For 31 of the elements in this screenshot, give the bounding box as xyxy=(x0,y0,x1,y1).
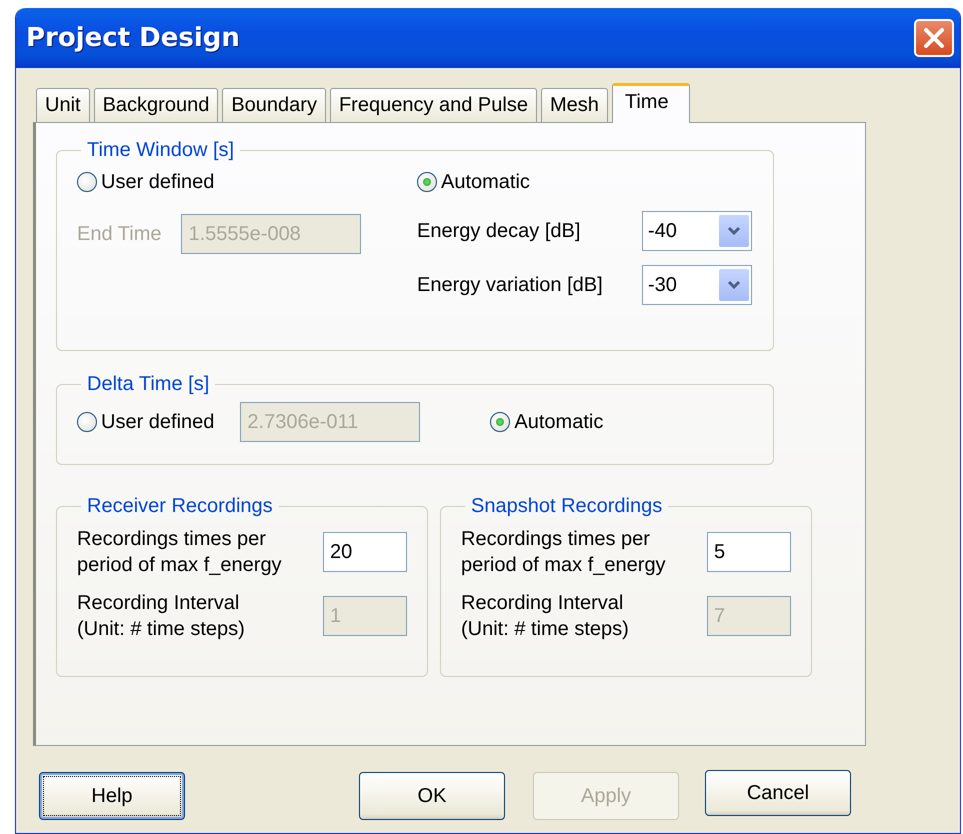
group-title: Time Window [s] xyxy=(86,139,236,162)
input-field[interactable]: 5 xyxy=(707,532,791,572)
dropdown[interactable]: -30 xyxy=(642,265,752,305)
field-label: Recording Interval (Unit: # time steps) xyxy=(461,591,629,642)
dropdown[interactable]: -40 xyxy=(642,211,752,251)
tab[interactable]: Background xyxy=(94,88,218,122)
field-label: Energy decay [dB] xyxy=(417,220,582,242)
field-label: Recordings times per period of max f_energy xyxy=(77,527,282,578)
tab[interactable]: Unit xyxy=(36,88,90,122)
radio-option[interactable]: User defined xyxy=(77,168,417,196)
group-title: Receiver Recordings xyxy=(86,495,274,518)
tab[interactable]: Frequency and Pulse xyxy=(330,88,537,122)
radio-option[interactable]: Automatic xyxy=(417,168,753,196)
field-label: Energy variation [dB] xyxy=(417,274,604,296)
close-button[interactable] xyxy=(914,19,954,57)
radio-option[interactable]: Automatic xyxy=(490,408,604,436)
window-title: Project Design xyxy=(26,23,240,53)
input-field[interactable]: 20 xyxy=(323,532,407,572)
field-label: Recording Interval (Unit: # time steps) xyxy=(77,591,245,642)
tab[interactable]: Mesh xyxy=(540,88,608,122)
tab[interactable]: Boundary xyxy=(222,88,326,122)
dialog-button[interactable]: Help xyxy=(39,772,185,820)
radio-option[interactable]: User defined xyxy=(77,408,214,436)
group-title: Snapshot Recordings xyxy=(470,495,664,518)
dialog-button[interactable]: Cancel xyxy=(705,770,851,816)
close-icon xyxy=(921,25,947,51)
dialog-button[interactable]: OK xyxy=(359,772,505,820)
tab[interactable]: Time xyxy=(612,83,690,123)
field-label: End Time xyxy=(77,222,162,246)
field-label: Recordings times per period of max f_energy xyxy=(461,527,666,578)
group-title: Delta Time [s] xyxy=(86,373,210,396)
